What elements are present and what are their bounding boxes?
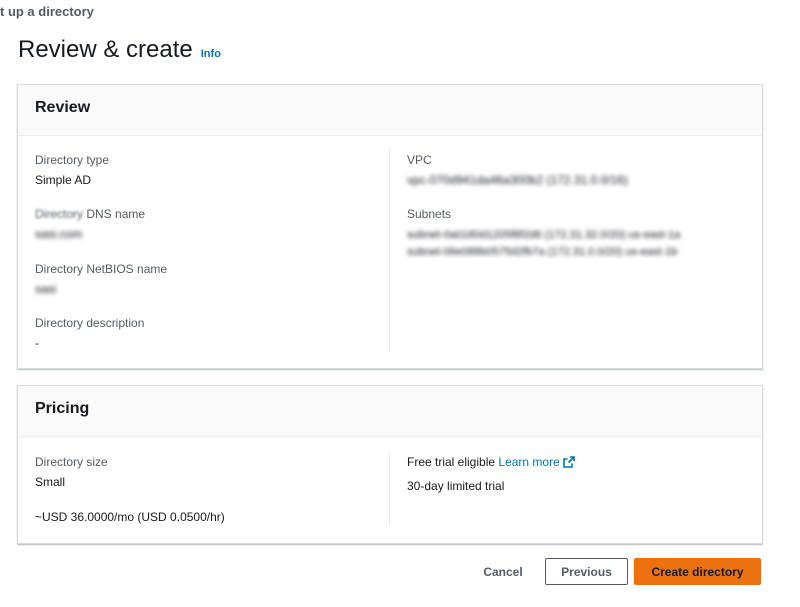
netbios-name-label: Directory NetBIOS name xyxy=(35,262,168,276)
netbios-name-field: Directory NetBIOS name sasi xyxy=(35,262,167,296)
column-divider xyxy=(389,148,390,352)
dns-name-field: Directory DNS name sasi.com xyxy=(35,207,145,241)
directory-size-label: Directory size xyxy=(35,455,108,469)
create-directory-button[interactable]: Create directory xyxy=(634,558,761,585)
free-trial-line: Free trial eligible Learn more xyxy=(407,455,575,471)
vpc-label: VPC xyxy=(407,153,432,167)
review-panel: Review Directory type Simple AD Director… xyxy=(17,84,763,369)
external-link-icon xyxy=(562,456,575,471)
free-trial-field: Free trial eligible Learn more 30-day li… xyxy=(407,455,575,493)
directory-size-value: Small xyxy=(35,475,66,489)
dns-name-value: sasi.com xyxy=(35,227,83,241)
column-divider xyxy=(389,451,390,526)
pricing-panel-header: Pricing xyxy=(18,386,762,437)
cancel-button[interactable]: Cancel xyxy=(470,558,536,585)
price-field: ~USD 36.0000/mo (USD 0.0500/hr) xyxy=(35,510,225,524)
previous-button[interactable]: Previous xyxy=(545,558,628,585)
review-panel-header: Review xyxy=(18,85,762,136)
subnets-field: Subnets subnet-0a0180d1205f8f2d6 (172.31… xyxy=(407,207,727,261)
dns-name-label-prefix: Directory xyxy=(35,207,84,221)
directory-description-field: Directory description - xyxy=(35,316,144,350)
subnet-item: subnet-0a0180d1205f8f2d6 (172.31.32.0/20… xyxy=(407,229,681,241)
title-row: Review & create Info xyxy=(18,36,221,64)
vpc-field: VPC vpc-070d941da46a300b2 (172.31.0.0/16… xyxy=(407,153,628,187)
directory-description-label: Directory description xyxy=(35,316,145,330)
page-title: Review & create xyxy=(18,36,193,63)
directory-type-value: Simple AD xyxy=(35,173,92,187)
directory-type-label: Directory type xyxy=(35,153,110,167)
trial-note: 30-day limited trial xyxy=(407,479,505,493)
breadcrumb[interactable]: t up a directory xyxy=(0,4,94,19)
directory-size-field: Directory size Small xyxy=(35,455,108,489)
netbios-name-value: sasi xyxy=(35,282,57,296)
learn-more-label: Learn more xyxy=(498,455,560,469)
subnets-label: Subnets xyxy=(407,207,452,221)
pricing-panel-body: Directory size Small ~USD 36.0000/mo (US… xyxy=(18,437,762,542)
pricing-panel: Pricing Directory size Small ~USD 36.000… xyxy=(17,385,763,544)
free-trial-text: Free trial eligible xyxy=(407,455,496,469)
dns-name-label: Directory DNS name xyxy=(35,207,145,221)
info-link[interactable]: Info xyxy=(201,48,221,60)
vpc-value: vpc-070d941da46a300b2 (172.31.0.0/16) xyxy=(407,173,628,187)
pricing-panel-title: Pricing xyxy=(35,400,90,417)
dns-name-label-suffix: DNS name xyxy=(83,207,146,221)
price-value: ~USD 36.0000/mo (USD 0.0500/hr) xyxy=(35,510,225,524)
directory-description-value: - xyxy=(35,336,39,350)
learn-more-link[interactable]: Learn more xyxy=(498,455,575,471)
subnet-item: subnet-06e088b0575d2fb7a (172.31.0.0/20)… xyxy=(407,246,678,258)
review-panel-body: Directory type Simple AD Directory DNS n… xyxy=(18,136,762,367)
directory-type-field: Directory type Simple AD xyxy=(35,153,109,187)
review-panel-title: Review xyxy=(35,99,91,116)
